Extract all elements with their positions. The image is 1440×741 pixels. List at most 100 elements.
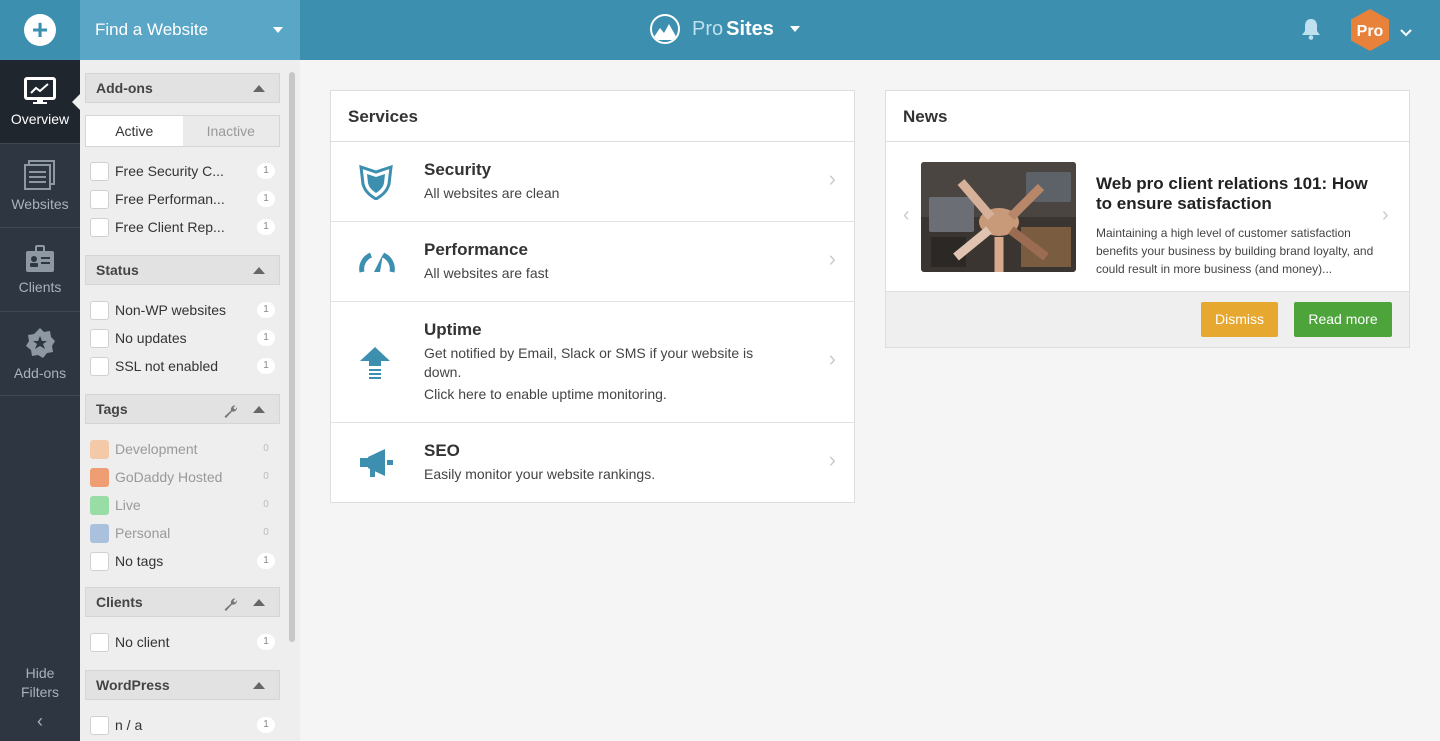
filter-row[interactable]: Free Client Rep... 1 [90, 217, 275, 237]
gauge-icon [359, 252, 395, 273]
filter-count: 1 [257, 302, 275, 318]
tag-color-swatch[interactable] [90, 523, 109, 543]
news-prev-arrow[interactable]: ‹ [903, 204, 910, 227]
rail-item-clients[interactable]: Clients [0, 228, 80, 312]
prosites-logo-icon [650, 14, 680, 44]
service-desc: Get notified by Email, Slack or SMS if y… [424, 345, 754, 380]
plus-icon: + [24, 14, 56, 46]
news-thumbnail[interactable] [921, 162, 1076, 272]
filter-checkbox[interactable] [90, 161, 109, 181]
filter-section-tags[interactable]: Tags [85, 394, 280, 424]
filter-row[interactable]: No updates 1 [90, 328, 275, 348]
tag-color-swatch[interactable] [90, 495, 109, 515]
rail-label-clients: Clients [18, 278, 62, 295]
tab-active[interactable]: Active [86, 116, 183, 146]
filter-row[interactable]: Free Performan... 1 [90, 189, 275, 209]
filter-count: 0 [263, 499, 269, 510]
notifications-bell-icon[interactable] [1301, 18, 1321, 45]
filter-checkbox[interactable] [90, 217, 109, 237]
service-seo[interactable]: SEO Easily monitor your website rankings… [331, 423, 854, 503]
filter-label: GoDaddy Hosted [115, 469, 223, 485]
news-next-arrow[interactable]: › [1382, 204, 1389, 227]
filter-row[interactable]: n / a 1 [90, 715, 275, 735]
add-website-button[interactable]: + [0, 0, 80, 60]
filter-row[interactable]: No client 1 [90, 632, 275, 652]
collapse-triangle-icon [253, 267, 265, 274]
rail-label-addons: Add-ons [13, 364, 67, 381]
dismiss-button[interactable]: Dismiss [1201, 302, 1278, 337]
rail-item-overview[interactable]: Overview [0, 60, 80, 144]
account-avatar[interactable]: Pro [1349, 8, 1391, 52]
services-panel: Services Security All websites are clean… [330, 90, 855, 503]
tag-color-swatch[interactable] [90, 467, 109, 487]
filter-sidebar: Add-ons Active Inactive Free Security C.… [80, 60, 300, 741]
filter-row[interactable]: Development 0 [90, 439, 275, 459]
news-title: News [886, 91, 1409, 142]
filter-checkbox[interactable] [90, 356, 109, 376]
service-name: Security [424, 160, 492, 179]
service-desc: All websites are clean [424, 185, 560, 201]
filter-count: 1 [257, 191, 275, 207]
upload-arrow-icon [360, 347, 390, 379]
filter-label: No updates [115, 330, 187, 346]
service-name: SEO [424, 441, 460, 460]
news-headline[interactable]: Web pro client relations 101: How to ens… [1096, 174, 1386, 214]
service-desc: Easily monitor your website rankings. [424, 466, 656, 482]
filter-label: Free Security C... [115, 163, 224, 179]
filter-count: 0 [263, 527, 269, 538]
filter-row[interactable]: Non-WP websites 1 [90, 300, 275, 320]
filter-row[interactable]: Live 0 [90, 495, 275, 515]
filter-label: SSL not enabled [115, 358, 219, 374]
filter-row[interactable]: No tags 1 [90, 551, 275, 571]
filter-checkbox[interactable] [90, 300, 109, 320]
service-uptime[interactable]: Uptime Get notified by Email, Slack or S… [331, 302, 854, 423]
service-name: Performance [424, 240, 528, 259]
filter-checkbox[interactable] [90, 715, 109, 735]
filter-label: Development [115, 441, 198, 457]
rail-item-websites[interactable]: Websites [0, 144, 80, 228]
read-more-button[interactable]: Read more [1294, 302, 1392, 337]
filter-label: Personal [115, 525, 171, 541]
collapse-triangle-icon [253, 682, 265, 689]
filter-count: 0 [263, 471, 269, 482]
hide-filters-line2: Filters [20, 684, 60, 700]
service-performance[interactable]: Performance All websites are fast › [331, 222, 854, 302]
filter-row[interactable]: SSL not enabled 1 [90, 356, 275, 376]
tag-color-swatch[interactable] [90, 439, 109, 459]
chevron-right-icon: › [828, 246, 836, 271]
tab-inactive[interactable]: Inactive [182, 116, 279, 146]
filter-checkbox[interactable] [90, 189, 109, 209]
find-website-label: Find a Website [95, 20, 209, 39]
filter-count: 1 [257, 553, 275, 569]
filter-section-clients[interactable]: Clients [85, 587, 280, 617]
service-security[interactable]: Security All websites are clean › [331, 142, 854, 222]
services-title: Services [331, 91, 854, 142]
caret-down-icon [273, 27, 283, 33]
filter-count: 1 [257, 634, 275, 650]
find-website-dropdown[interactable]: Find a Website [80, 0, 300, 60]
monitor-icon [24, 76, 56, 104]
filter-section-wordpress[interactable]: WordPress [85, 670, 280, 700]
megaphone-icon [360, 449, 393, 477]
filter-count: 1 [257, 330, 275, 346]
filter-count: 1 [257, 163, 275, 179]
filter-checkbox[interactable] [90, 328, 109, 348]
hide-filters-button[interactable]: Hide Filters ‹ [0, 664, 80, 731]
filter-checkbox[interactable] [90, 551, 109, 571]
filter-checkbox[interactable] [90, 632, 109, 652]
filter-section-status[interactable]: Status [85, 255, 280, 285]
filter-row[interactable]: GoDaddy Hosted 0 [90, 467, 275, 487]
account-chevron-down-icon[interactable] [1400, 24, 1412, 42]
filter-scrollbar[interactable] [289, 72, 295, 642]
clients-icon [26, 244, 54, 272]
filter-row[interactable]: Personal 0 [90, 523, 275, 543]
brand-switcher[interactable]: Pro Sites [650, 14, 800, 44]
rail-item-addons[interactable]: Add-ons [0, 312, 80, 396]
filter-section-addons[interactable]: Add-ons [85, 73, 280, 103]
filter-label: Live [115, 497, 141, 513]
uptime-enable-link[interactable]: Click here to enable uptime monitoring. [424, 385, 794, 404]
filter-row[interactable]: Free Security C... 1 [90, 161, 275, 181]
wrench-icon[interactable] [223, 594, 239, 622]
collapse-triangle-icon [253, 599, 265, 606]
wrench-icon[interactable] [223, 401, 239, 429]
